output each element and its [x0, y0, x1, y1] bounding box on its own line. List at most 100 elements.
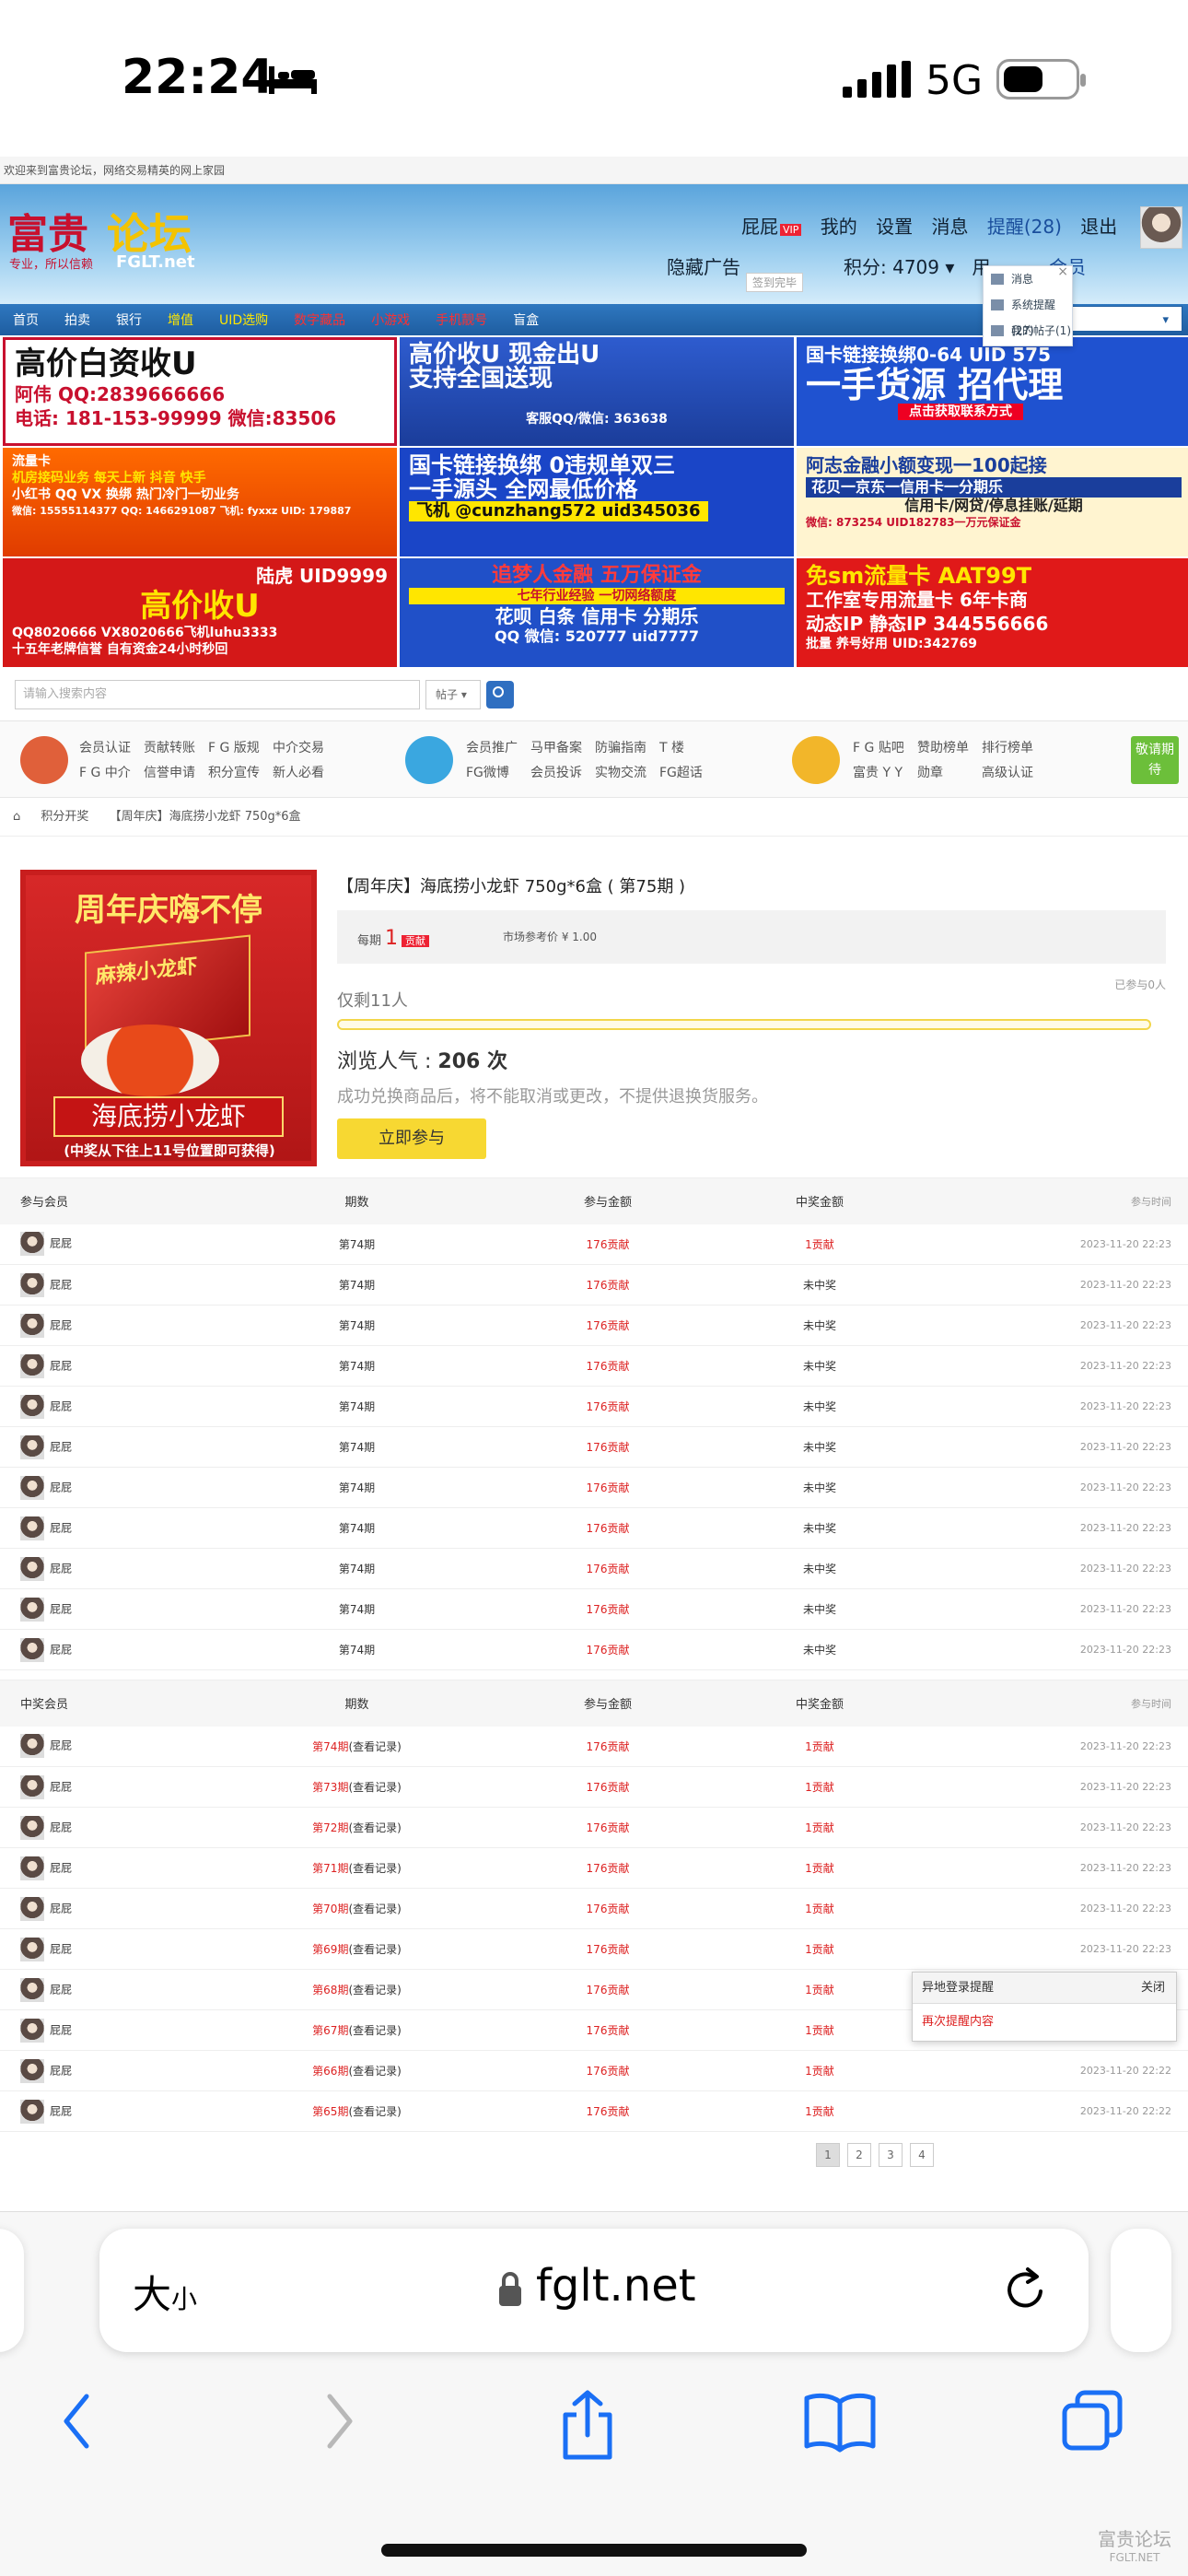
link-item[interactable]: F G 贴吧 — [853, 736, 917, 761]
link-item[interactable]: 富贵 Y Y — [853, 761, 917, 786]
period-cell[interactable]: 第68期(查看记录) — [276, 1969, 437, 2010]
text-size-button[interactable]: 大小 — [133, 2264, 197, 2320]
ad-banner[interactable]: 阿志金融小额变现一100起接 花贝一京东一信用卡一分期乐 信用卡/网贷/停息挂账/延… — [797, 448, 1188, 556]
view-record-link[interactable]: (查看记录) — [348, 1903, 401, 1915]
nav-value-add[interactable]: 增值 — [155, 310, 206, 329]
view-record-link[interactable]: (查看记录) — [348, 2065, 401, 2078]
logout-link[interactable]: 退出 — [1080, 216, 1117, 238]
member-cell[interactable]: 屁屁 — [0, 2090, 276, 2132]
my-menu[interactable]: 我的 — [821, 216, 857, 238]
ad-banner[interactable]: 追梦人金融 五万保证金 七年行业经验 一切网络额度 花呗 白条 信用卡 分期乐 QQ … — [400, 558, 794, 667]
member-cell[interactable]: 屁屁 — [0, 2009, 276, 2051]
search-scope-select[interactable]: 帖子 ▾ — [425, 680, 481, 709]
link-item[interactable]: 实物交流 — [595, 761, 659, 786]
member-cell[interactable]: 屁屁 — [0, 1847, 276, 1889]
member-cell[interactable]: 屁屁 — [0, 2050, 276, 2091]
view-record-link[interactable]: (查看记录) — [348, 2024, 401, 2037]
page-button[interactable]: 2 — [847, 2143, 871, 2167]
reload-icon[interactable] — [1000, 2264, 1052, 2315]
link-item[interactable]: T 楼 — [659, 736, 724, 761]
period-cell[interactable]: 第74期(查看记录) — [276, 1726, 437, 1767]
tabs-icon[interactable] — [1061, 2389, 1125, 2453]
period-cell[interactable]: 第71期(查看记录) — [276, 1847, 437, 1889]
ad-banner[interactable]: 流量卡 机房接码业务 每天上新 抖音 快手 小红书 QQ VX 换绑 热门冷门一切业… — [3, 448, 397, 556]
link-item[interactable]: 新人必看 — [273, 761, 337, 786]
period-cell[interactable]: 第69期(查看记录) — [276, 1928, 437, 1970]
member-cell[interactable]: 屁屁 — [0, 1507, 276, 1549]
period-cell[interactable]: 第73期(查看记录) — [276, 1766, 437, 1808]
settings-link[interactable]: 设置 — [876, 216, 913, 238]
member-cell[interactable]: 屁屁 — [0, 1467, 276, 1508]
link-item[interactable]: 防骗指南 — [595, 736, 659, 761]
login-alert-body[interactable]: 再次提醒内容 — [913, 2004, 1176, 2036]
member-cell[interactable]: 屁屁 — [0, 1726, 276, 1767]
nav-games[interactable]: 小游戏 — [358, 310, 423, 329]
popup-item-system[interactable]: 系统提醒(27) — [984, 292, 1072, 337]
search-input[interactable]: 请输入搜索内容 — [15, 680, 420, 709]
member-cell[interactable]: 屁屁 — [0, 1386, 276, 1427]
login-alert-close[interactable]: 关闭 — [1141, 1973, 1165, 2004]
nav-home[interactable]: 首页 — [0, 310, 52, 329]
view-record-link[interactable]: (查看记录) — [348, 1943, 401, 1956]
member-cell[interactable]: 屁屁 — [0, 1548, 276, 1589]
member-cell[interactable]: 屁屁 — [0, 1305, 276, 1346]
ad-banner[interactable]: 国卡链接换绑0-64 UID 575 一手货源 招代理 点击获取联系方式 — [797, 337, 1188, 446]
link-item[interactable]: 信誉申请 — [144, 761, 208, 786]
quick-nav-button[interactable]: 快捷导航 ▾ — [1067, 306, 1182, 332]
nav-uid[interactable]: UID选购 — [206, 310, 281, 329]
bookmarks-icon[interactable] — [803, 2389, 877, 2453]
link-item[interactable]: F G 版规 — [208, 736, 273, 761]
link-item[interactable]: FG微博 — [466, 761, 530, 786]
home-indicator[interactable] — [381, 2544, 807, 2557]
view-record-link[interactable]: (查看记录) — [348, 1781, 401, 1794]
period-cell[interactable]: 第66期(查看记录) — [276, 2050, 437, 2091]
link-item[interactable]: 赞助榜单 — [917, 736, 982, 761]
back-icon[interactable] — [59, 2389, 96, 2453]
link-item[interactable]: 积分宣传 — [208, 761, 273, 786]
view-record-link[interactable]: (查看记录) — [348, 1740, 401, 1753]
ad-banner[interactable]: 国卡链接换绑 0违规单双三 一手源头 全网最低价格 飞机 @cunzhang572 … — [400, 448, 794, 556]
member-cell[interactable]: 屁屁 — [0, 1264, 276, 1306]
product-image[interactable]: 周年庆嗨不停 麻辣小龙虾 海底捞小龙虾 (中奖从下往上11号位置即可获得) — [20, 870, 317, 1166]
breadcrumb-item[interactable]: 【周年庆】海底捞小龙虾 750g*6盒 — [110, 810, 301, 824]
period-cell[interactable]: 第70期(查看记录) — [276, 1888, 437, 1929]
member-cell[interactable]: 屁屁 — [0, 1224, 276, 1265]
ad-banner[interactable]: 高价收U 现金出U 支持全国送现 客服QQ/微信: 363638 — [400, 337, 794, 446]
link-item[interactable]: 会员投诉 — [530, 761, 595, 786]
link-item[interactable]: 会员认证 — [79, 736, 144, 761]
member-cell[interactable]: 屁屁 — [0, 1345, 276, 1387]
nav-auction[interactable]: 拍卖 — [52, 310, 103, 329]
member-cell[interactable]: 屁屁 — [0, 1588, 276, 1630]
coming-soon-button[interactable]: 敬请期待 — [1131, 736, 1179, 784]
member-cell[interactable]: 屁屁 — [0, 1807, 276, 1848]
home-icon[interactable]: ⌂ — [13, 810, 20, 824]
ad-banner[interactable]: 陆虎 UID9999 高价收U QQ8020666 VX8020666飞机luhu3… — [3, 558, 397, 667]
view-record-link[interactable]: (查看记录) — [348, 1821, 401, 1834]
member-cell[interactable]: 屁屁 — [0, 1629, 276, 1670]
hide-ads-link[interactable]: 隐藏广告 — [667, 252, 740, 279]
member-cell[interactable]: 屁屁 — [0, 1766, 276, 1808]
link-item[interactable]: FG超话 — [659, 761, 724, 786]
view-record-link[interactable]: (查看记录) — [348, 1862, 401, 1875]
page-button[interactable]: 3 — [879, 2143, 903, 2167]
view-record-link[interactable]: (查看记录) — [348, 1984, 401, 1996]
join-now-button[interactable]: 立即参与 — [337, 1118, 486, 1159]
nav-bank[interactable]: 银行 — [103, 310, 155, 329]
member-cell[interactable]: 屁屁 — [0, 1928, 276, 1970]
share-icon[interactable] — [558, 2389, 617, 2463]
sign-in-button[interactable]: 签到完毕 — [746, 273, 804, 292]
site-logo[interactable]: 富贵 论坛 FGLT.net 专业，所以信赖 — [7, 201, 212, 273]
link-item[interactable]: 马甲备案 — [530, 736, 595, 761]
search-button[interactable] — [486, 681, 514, 708]
prev-tab-peek[interactable] — [0, 2229, 24, 2352]
link-item[interactable]: 排行榜单 — [982, 736, 1046, 761]
next-tab-peek[interactable] — [1111, 2229, 1171, 2352]
link-item[interactable]: F G 中介 — [79, 761, 144, 786]
period-cell[interactable]: 第67期(查看记录) — [276, 2009, 437, 2051]
address-bar[interactable]: 大小 fglt.net — [99, 2229, 1089, 2352]
messages-link[interactable]: 消息 — [931, 216, 968, 238]
ad-banner[interactable]: 高价白资收U 阿伟 QQ:2839666666 电话: 181-153-99999 … — [3, 337, 397, 446]
period-cell[interactable]: 第65期(查看记录) — [276, 2090, 437, 2132]
username-link[interactable]: 屁屁 — [741, 216, 778, 238]
link-item[interactable]: 会员推广 — [466, 736, 530, 761]
